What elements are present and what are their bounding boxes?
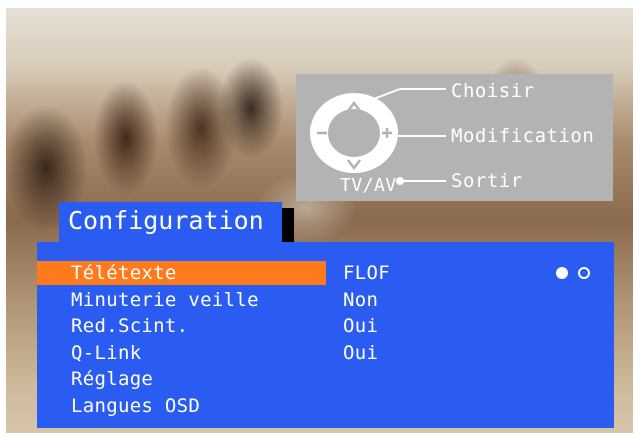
menu-item-q-link[interactable]: Q-Link	[37, 341, 326, 365]
menu-item-value: Non	[343, 289, 379, 311]
menu-item-value: Oui	[343, 342, 379, 364]
menu-item-tuning[interactable]: Réglage	[37, 367, 326, 391]
dpad-center	[328, 109, 380, 157]
menu-item-label: Langues OSD	[71, 395, 201, 417]
menu-item-label: Réglage	[71, 368, 154, 390]
menu-item-value: Oui	[343, 315, 379, 337]
menu-item-value: FLOF	[343, 262, 390, 284]
option-dot-active-icon	[556, 267, 568, 279]
option-dot-inactive-icon	[578, 267, 590, 279]
remote-help-panel: Choisir Modification Sortir TV/AV	[296, 74, 613, 201]
help-exit-key-label: TV/AV	[340, 175, 397, 196]
menu-item-sleep-timer[interactable]: Minuterie veille	[37, 288, 326, 312]
menu-item-label: Minuterie veille	[71, 289, 259, 311]
help-modify-label: Modification	[451, 125, 595, 147]
menu-item-osd-language[interactable]: Langues OSD	[37, 394, 326, 418]
help-exit-label: Sortir	[451, 170, 523, 192]
settings-menu: Télétexte FLOF Minuterie veille Non Red.…	[37, 242, 614, 428]
menu-item-flicker-reduction[interactable]: Red.Scint.	[37, 314, 326, 338]
menu-item-label: Q-Link	[71, 342, 142, 364]
tv-screen: Choisir Modification Sortir TV/AV Config…	[6, 8, 633, 433]
menu-item-teletext[interactable]: Télétexte	[37, 261, 326, 285]
menu-item-label: Télétexte	[71, 262, 177, 284]
help-select-label: Choisir	[451, 80, 535, 102]
select-pointer-line	[370, 88, 401, 101]
menu-item-label: Red.Scint.	[71, 315, 189, 337]
menu-title: Configuration	[59, 202, 282, 242]
